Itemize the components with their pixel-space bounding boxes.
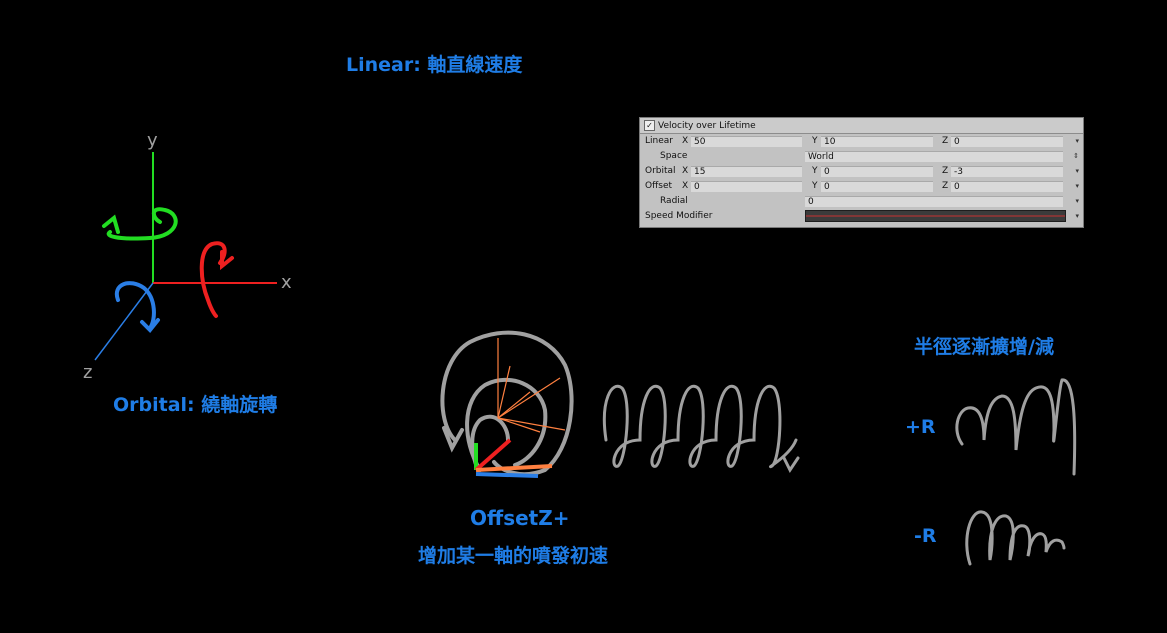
module-enabled-checkbox[interactable]: ✓ — [644, 120, 655, 131]
offset-y-field[interactable]: 0 — [821, 181, 933, 192]
speed-modifier-row: Speed Modifier ▾ — [640, 209, 1083, 224]
space-label: Space — [660, 151, 688, 161]
linear-x-field[interactable]: 50 — [691, 136, 802, 147]
linear-z-field[interactable]: 0 — [951, 136, 1063, 147]
offset-dropdown-icon[interactable]: ▾ — [1075, 182, 1079, 190]
offset-z-prefix: Z — [942, 181, 949, 191]
offset-z-field[interactable]: 0 — [951, 181, 1063, 192]
orbital-title: Orbital: 繞軸旋轉 — [113, 394, 278, 416]
linear-label: Linear — [645, 136, 673, 146]
space-row: Space World ⇕ — [640, 149, 1083, 164]
offset-description: 增加某一軸的噴發初速 — [418, 545, 609, 567]
y-rotation-arrow — [106, 207, 178, 241]
minus-r-label: -R — [914, 525, 937, 547]
speed-modifier-curve[interactable] — [805, 210, 1066, 222]
offset-row: Offset X 0 Y 0 Z 0 ▾ — [640, 179, 1083, 194]
orbital-x-prefix: X — [682, 166, 689, 176]
radial-minus-sketch — [965, 510, 1066, 566]
orbital-z-field[interactable]: -3 — [951, 166, 1063, 177]
sketch-canvas: y x z — [83, 130, 1077, 566]
y-axis-label: y — [147, 130, 158, 151]
offset-x-prefix: X — [682, 181, 689, 191]
linear-title: Linear: 軸直線速度 — [346, 54, 523, 76]
linear-z-prefix: Z — [942, 136, 949, 146]
panel-title: Velocity over Lifetime — [658, 120, 756, 131]
offset-title: OffsetZ+ — [470, 506, 570, 530]
offset-x-field[interactable]: 0 — [691, 181, 802, 192]
space-select[interactable]: World — [805, 151, 1063, 162]
speed-modifier-curve-graph — [806, 215, 1065, 217]
orbital-z-prefix: Z — [942, 166, 949, 176]
linear-y-field[interactable]: 10 — [821, 136, 933, 147]
plus-r-label: +R — [905, 416, 936, 438]
coil-sketch — [602, 384, 800, 473]
radial-plus-sketch — [955, 378, 1077, 476]
radial-title: 半徑逐漸擴增/減 — [914, 336, 1054, 358]
radial-row: Radial 0 ▾ — [640, 194, 1083, 209]
linear-x-prefix: X — [682, 136, 689, 146]
orbital-y-field[interactable]: 0 — [821, 166, 933, 177]
x-rotation-arrowhead — [220, 250, 234, 271]
linear-dropdown-icon[interactable]: ▾ — [1075, 137, 1079, 145]
linear-row: Linear X 50 Y 10 Z 0 ▾ — [640, 134, 1083, 149]
offset-spiral-sketch — [440, 330, 574, 477]
panel-header[interactable]: ✓ Velocity over Lifetime — [640, 118, 1083, 134]
radial-label: Radial — [660, 196, 688, 206]
velocity-over-lifetime-panel: ✓ Velocity over Lifetime Linear X 50 Y 1… — [639, 117, 1084, 228]
y-rotation-arrowhead — [102, 214, 120, 234]
offset-vectors — [474, 338, 566, 478]
z-axis-label: z — [83, 362, 92, 383]
orbital-label: Orbital — [645, 166, 676, 176]
orbital-x-field[interactable]: 15 — [691, 166, 802, 177]
orbital-row: Orbital X 15 Y 0 Z -3 ▾ — [640, 164, 1083, 179]
radial-field[interactable]: 0 — [805, 196, 1063, 207]
linear-y-prefix: Y — [812, 136, 818, 146]
orbital-dropdown-icon[interactable]: ▾ — [1075, 167, 1079, 175]
speed-modifier-dropdown-icon[interactable]: ▾ — [1075, 212, 1079, 220]
orbital-y-prefix: Y — [812, 166, 818, 176]
offset-y-prefix: Y — [812, 181, 818, 191]
radial-dropdown-icon[interactable]: ▾ — [1075, 197, 1079, 205]
space-select-arrows-icon[interactable]: ⇕ — [1073, 152, 1079, 160]
speed-modifier-label: Speed Modifier — [645, 211, 713, 221]
x-axis-label: x — [281, 272, 292, 293]
offset-label: Offset — [645, 181, 673, 191]
axis-diagram — [94, 152, 277, 361]
